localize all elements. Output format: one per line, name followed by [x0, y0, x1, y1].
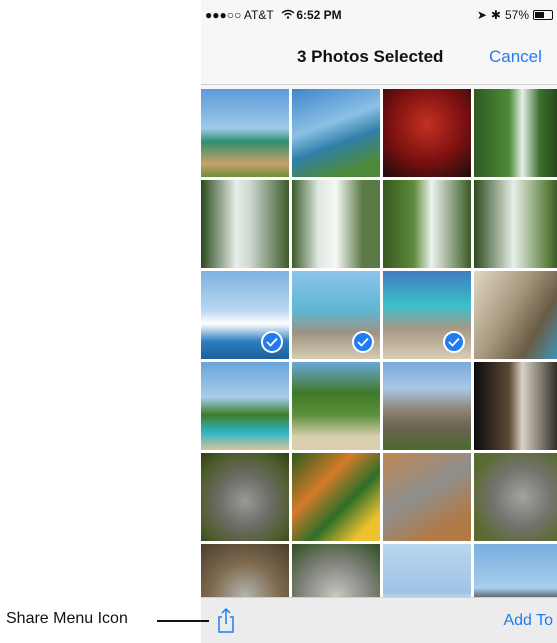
photo-thumbnail-koala-3[interactable] [474, 453, 557, 541]
checkmark-icon [443, 331, 465, 353]
checkmark-icon [352, 331, 374, 353]
photo-thumbnail-cruise-ship[interactable] [201, 271, 289, 359]
nav-bar: 3 Photos Selected Cancel [201, 28, 557, 85]
status-bar: ●●●○○ AT&T 6:52 PM ➤ ✱ 57% [201, 0, 557, 28]
photo-thumbnail-window-dark[interactable] [474, 362, 557, 450]
bottom-toolbar: Add To [201, 597, 557, 643]
photo-thumbnail-waterfall-2[interactable] [292, 180, 380, 268]
photo-thumbnail-driftwood-2[interactable] [383, 271, 471, 359]
photo-thumbnail-waterfall-green[interactable] [474, 89, 557, 177]
battery-percent: 57% [504, 8, 529, 22]
photo-thumbnail-carving[interactable] [474, 271, 557, 359]
photo-thumbnail-waterfall-3[interactable] [383, 180, 471, 268]
phone-screen: ●●●○○ AT&T 6:52 PM ➤ ✱ 57% 3 Photos Sele… [201, 0, 557, 643]
photo-thumbnail-waterfall-1[interactable] [201, 180, 289, 268]
page-title: 3 Photos Selected [297, 47, 444, 66]
photo-thumbnail-portrait-red[interactable] [383, 89, 471, 177]
photo-thumbnail-koala-2[interactable] [383, 453, 471, 541]
photo-thumbnail-beach-palms[interactable] [201, 89, 289, 177]
callout-label: Share Menu Icon [6, 610, 128, 627]
checkmark-icon [261, 331, 283, 353]
photo-thumbnail-parrot[interactable] [292, 453, 380, 541]
location-icon: ➤ [476, 8, 487, 22]
photo-thumbnail-coastline[interactable] [292, 89, 380, 177]
share-icon[interactable] [212, 606, 240, 634]
status-time: 6:52 PM [296, 8, 342, 22]
photo-thumbnail-koala-1[interactable] [201, 453, 289, 541]
photo-thumbnail-tree-beach[interactable] [292, 362, 380, 450]
callout-leader-line [157, 620, 209, 622]
add-to-button[interactable]: Add To [503, 612, 553, 630]
photo-thumbnail-palm-lagoon[interactable] [201, 362, 289, 450]
photo-thumbnail-driftwood-1[interactable] [292, 271, 380, 359]
cancel-button[interactable]: Cancel [489, 47, 542, 67]
battery-icon [533, 10, 553, 20]
photo-grid [201, 89, 557, 632]
photo-thumbnail-ruins[interactable] [383, 362, 471, 450]
bluetooth-icon: ✱ [490, 8, 501, 22]
photo-thumbnail-waterfall-4[interactable] [474, 180, 557, 268]
